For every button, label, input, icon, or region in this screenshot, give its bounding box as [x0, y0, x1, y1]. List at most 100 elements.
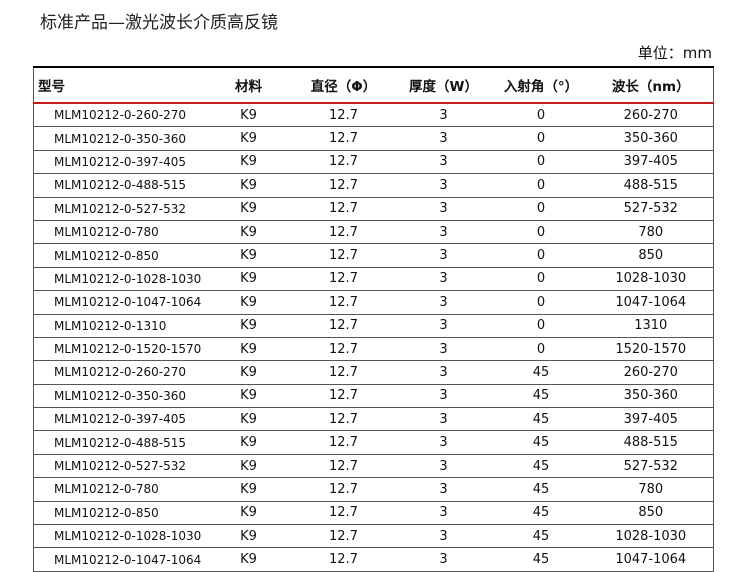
- column-header-thickness: 厚度（W）: [393, 66, 494, 104]
- cell-diameter: 12.7: [293, 384, 394, 409]
- cell-thickness: 3: [393, 103, 494, 128]
- table-row: MLM10212-0-1310 K9 12.7 3 0 1310: [33, 314, 714, 338]
- cell-incidence-angle: 0: [493, 243, 589, 268]
- cell-diameter: 12.7: [293, 547, 394, 572]
- cell-thickness: 3: [393, 337, 494, 362]
- cell-material: K9: [203, 126, 294, 151]
- cell-thickness: 3: [393, 360, 494, 385]
- table-row: MLM10212-0-488-515 K9 12.7 3 45 488-515: [33, 430, 714, 455]
- cell-material: K9: [203, 173, 294, 198]
- cell-wavelength: 488-515: [588, 173, 714, 198]
- cell-incidence-angle: 0: [493, 337, 589, 362]
- table-row: MLM10212-0-850 K9 12.7 3 45 850: [33, 501, 714, 526]
- cell-wavelength: 1047-1064: [588, 547, 714, 572]
- cell-thickness: 3: [393, 501, 494, 526]
- cell-thickness: 3: [393, 524, 494, 549]
- cell-incidence-angle: 0: [493, 220, 589, 245]
- cell-material: K9: [203, 337, 294, 362]
- cell-material: K9: [203, 360, 294, 385]
- cell-wavelength: 527-532: [588, 454, 714, 479]
- table-row: MLM10212-0-850 K9 12.7 3 0 850: [33, 243, 714, 268]
- cell-model: MLM10212-0-260-270: [33, 360, 204, 385]
- cell-material: K9: [203, 314, 294, 338]
- cell-thickness: 3: [393, 243, 494, 268]
- cell-material: K9: [203, 267, 294, 292]
- table-row: MLM10212-0-780 K9 12.7 3 0 780: [33, 220, 714, 245]
- cell-model: MLM10212-0-850: [33, 243, 204, 268]
- cell-material: K9: [203, 290, 294, 315]
- cell-thickness: 3: [393, 173, 494, 198]
- cell-material: K9: [203, 197, 294, 221]
- cell-material: K9: [203, 430, 294, 455]
- table-row: MLM10212-0-780 K9 12.7 3 45 780: [33, 477, 714, 502]
- column-header-wavelength: 波长（nm）: [588, 66, 714, 104]
- cell-incidence-angle: 0: [493, 197, 589, 221]
- unit-label: 单位：mm: [637, 44, 712, 62]
- table-row: MLM10212-0-488-515 K9 12.7 3 0 488-515: [33, 173, 714, 198]
- cell-model: MLM10212-0-850: [33, 501, 204, 526]
- header-row: 型号 材料 直径（Φ） 厚度（W） 入射角（°） 波长（nm）: [33, 66, 714, 104]
- cell-thickness: 3: [393, 547, 494, 572]
- column-header-diameter: 直径（Φ）: [293, 66, 394, 104]
- cell-thickness: 3: [393, 454, 494, 479]
- cell-incidence-angle: 0: [493, 173, 589, 198]
- cell-model: MLM10212-0-350-360: [33, 384, 204, 409]
- table-row: MLM10212-0-397-405 K9 12.7 3 0 397-405: [33, 150, 714, 175]
- cell-model: MLM10212-0-1047-1064: [33, 547, 204, 572]
- cell-model: MLM10212-0-527-532: [33, 454, 204, 479]
- cell-model: MLM10212-0-397-405: [33, 407, 204, 432]
- cell-model: MLM10212-0-527-532: [33, 197, 204, 221]
- cell-diameter: 12.7: [293, 150, 394, 175]
- cell-incidence-angle: 0: [493, 290, 589, 315]
- cell-thickness: 3: [393, 197, 494, 221]
- cell-material: K9: [203, 407, 294, 432]
- cell-diameter: 12.7: [293, 360, 394, 385]
- cell-material: K9: [203, 547, 294, 572]
- cell-material: K9: [203, 501, 294, 526]
- cell-wavelength: 1028-1030: [588, 267, 714, 292]
- table-row: MLM10212-0-260-270 K9 12.7 3 45 260-270: [33, 360, 714, 385]
- cell-wavelength: 260-270: [588, 360, 714, 385]
- cell-diameter: 12.7: [293, 267, 394, 292]
- cell-model: MLM10212-0-350-360: [33, 126, 204, 151]
- cell-material: K9: [203, 477, 294, 502]
- cell-model: MLM10212-0-397-405: [33, 150, 204, 175]
- page-title: 标准产品—激光波长介质高反镜: [40, 13, 278, 33]
- cell-material: K9: [203, 150, 294, 175]
- table-row: MLM10212-0-1047-1064 K9 12.7 3 45 1047-1064: [33, 547, 714, 572]
- cell-diameter: 12.7: [293, 407, 394, 432]
- table-row: MLM10212-0-397-405 K9 12.7 3 45 397-405: [33, 407, 714, 432]
- cell-thickness: 3: [393, 477, 494, 502]
- cell-wavelength: 1028-1030: [588, 524, 714, 549]
- cell-wavelength: 1047-1064: [588, 290, 714, 315]
- cell-wavelength: 527-532: [588, 197, 714, 221]
- cell-material: K9: [203, 524, 294, 549]
- cell-diameter: 12.7: [293, 243, 394, 268]
- cell-thickness: 3: [393, 150, 494, 175]
- cell-material: K9: [203, 103, 294, 128]
- cell-wavelength: 350-360: [588, 384, 714, 409]
- table-row: MLM10212-0-1028-1030 K9 12.7 3 0 1028-1030: [33, 267, 714, 292]
- spec-table-body: MLM10212-0-260-270 K9 12.7 3 0 260-270 MLM1021…: [33, 103, 714, 572]
- cell-material: K9: [203, 243, 294, 268]
- cell-incidence-angle: 45: [493, 524, 589, 549]
- cell-diameter: 12.7: [293, 103, 394, 128]
- cell-diameter: 12.7: [293, 501, 394, 526]
- cell-incidence-angle: 0: [493, 267, 589, 292]
- cell-diameter: 12.7: [293, 524, 394, 549]
- cell-diameter: 12.7: [293, 314, 394, 338]
- cell-incidence-angle: 45: [493, 360, 589, 385]
- column-header-incidence-angle: 入射角（°）: [493, 66, 589, 104]
- cell-incidence-angle: 45: [493, 547, 589, 572]
- cell-model: MLM10212-0-1520-1570: [33, 337, 204, 362]
- cell-wavelength: 780: [588, 220, 714, 245]
- cell-incidence-angle: 0: [493, 314, 589, 338]
- cell-incidence-angle: 45: [493, 384, 589, 409]
- cell-wavelength: 260-270: [588, 103, 714, 128]
- cell-diameter: 12.7: [293, 126, 394, 151]
- cell-thickness: 3: [393, 314, 494, 338]
- cell-model: MLM10212-0-488-515: [33, 430, 204, 455]
- cell-wavelength: 1310: [588, 314, 714, 338]
- table-row: MLM10212-0-527-532 K9 12.7 3 45 527-532: [33, 454, 714, 479]
- cell-wavelength: 780: [588, 477, 714, 502]
